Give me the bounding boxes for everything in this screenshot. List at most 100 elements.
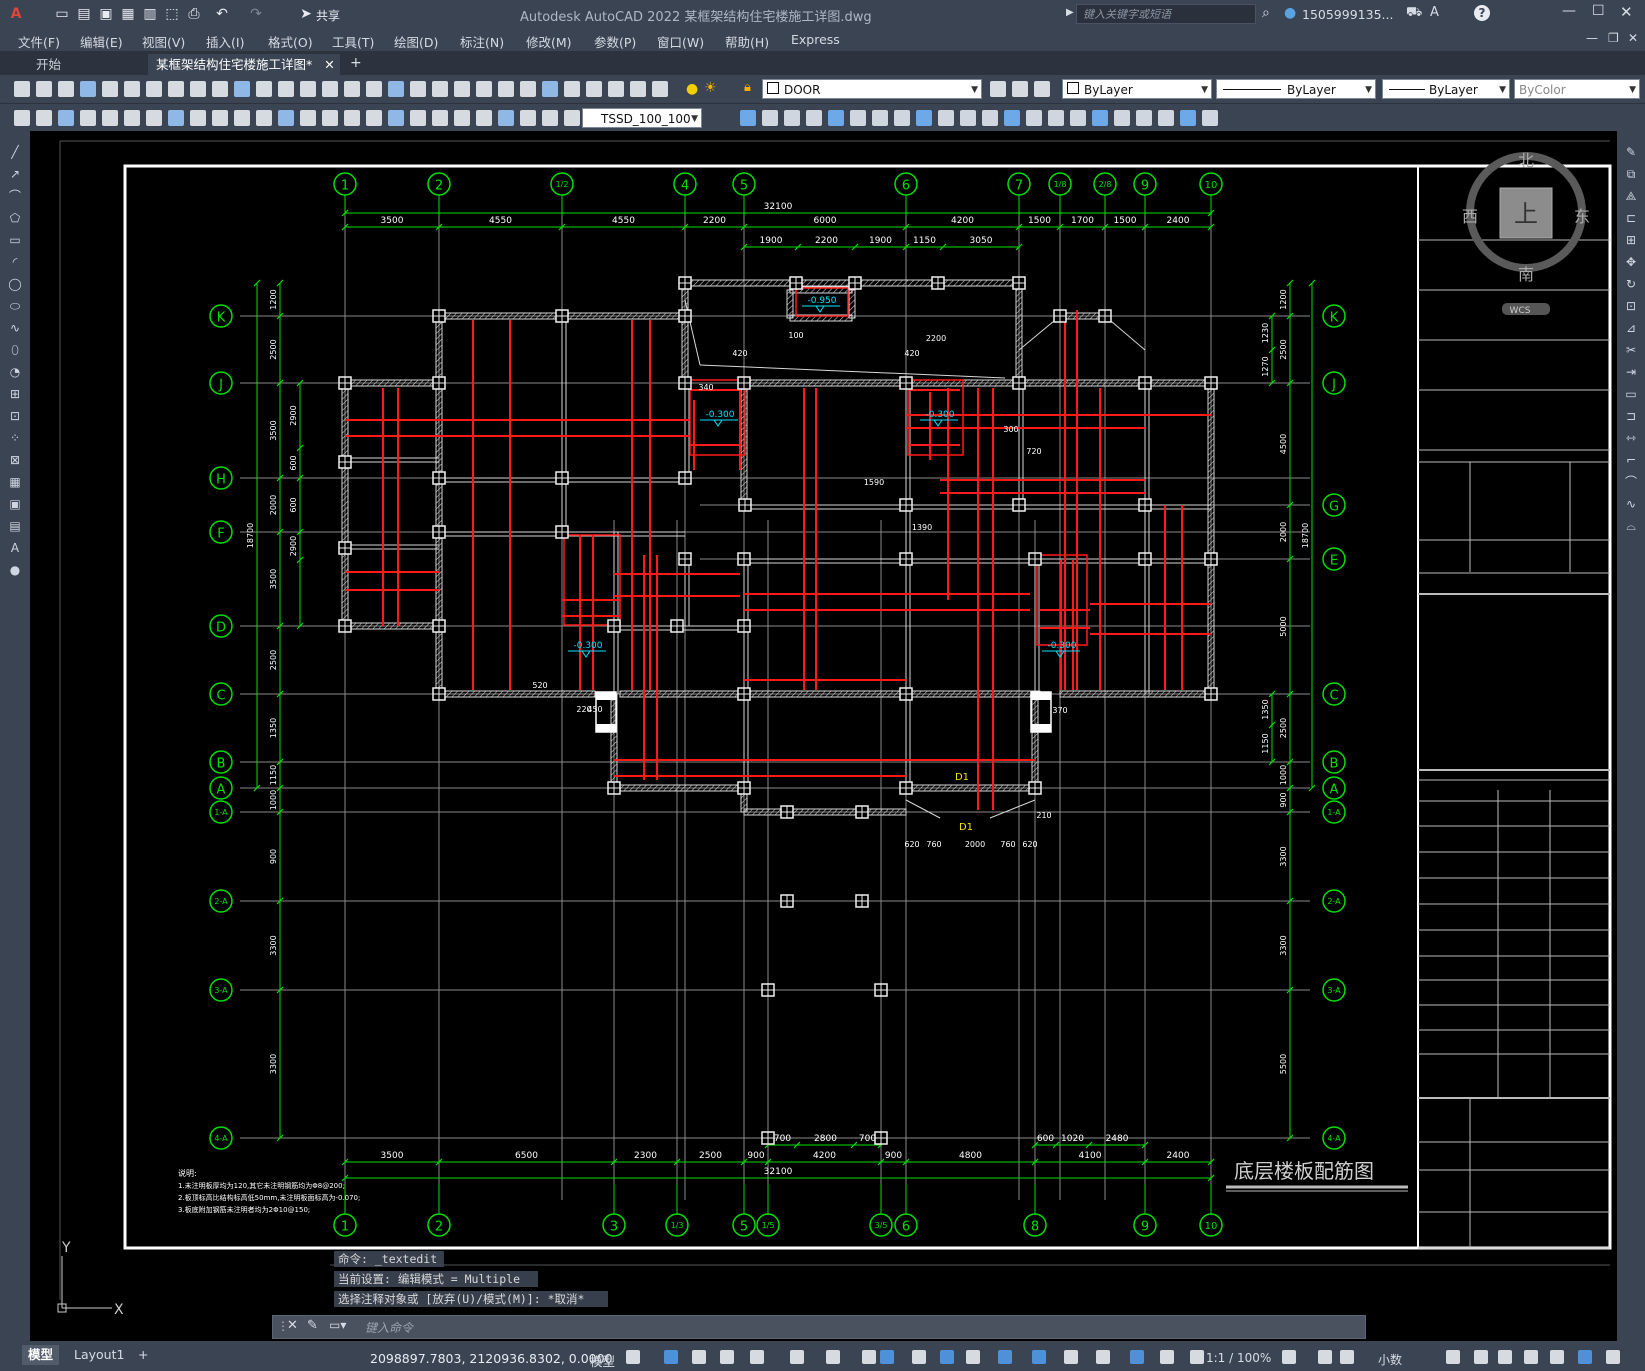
toolbar-tool-icon[interactable] — [322, 81, 338, 97]
toolbar-tool-icon[interactable] — [1034, 81, 1050, 97]
axis-bubble[interactable]: B — [1322, 750, 1346, 774]
status-toggle-icon[interactable] — [750, 1350, 764, 1364]
toolbar-tool-icon[interactable] — [894, 110, 910, 126]
axis-bubble[interactable]: 7 — [1007, 172, 1031, 196]
axis-bubble[interactable]: 9 — [1133, 1213, 1157, 1237]
draw-tool-icon[interactable]: ↗ — [8, 167, 22, 181]
toolbar-tool-icon[interactable] — [542, 81, 558, 97]
open-icon[interactable]: ▤ — [74, 4, 94, 24]
modify-tool-icon[interactable]: ⇿ — [1624, 431, 1638, 445]
toolbar-tool-icon[interactable] — [102, 110, 118, 126]
toolbar-tool-icon[interactable] — [14, 81, 30, 97]
toolbar-tool-icon[interactable] — [828, 110, 844, 126]
modify-tool-icon[interactable]: ⇥ — [1624, 365, 1638, 379]
draw-tool-icon[interactable]: ● — [8, 563, 22, 577]
toolbar-tool-icon[interactable] — [58, 110, 74, 126]
status-toggle-icon[interactable] — [826, 1350, 840, 1364]
toolbar-tool-icon[interactable] — [916, 110, 932, 126]
axis-bubble[interactable]: A — [209, 776, 233, 800]
axis-bubble[interactable]: K — [1322, 304, 1346, 328]
app-menu-button[interactable]: A — [6, 4, 26, 24]
draw-tool-icon[interactable]: ▭ — [8, 233, 22, 247]
annotation-scale[interactable]: 1:1 / 100% — [1206, 1351, 1271, 1365]
status-toggle-icon[interactable] — [1096, 1350, 1110, 1364]
status-toggle-icon[interactable] — [1318, 1350, 1332, 1364]
toolbar-tool-icon[interactable] — [410, 81, 426, 97]
toolbar-tool-icon[interactable] — [410, 110, 426, 126]
minimize-icon[interactable]: — — [1562, 3, 1576, 19]
axis-bubble[interactable]: 2 — [427, 172, 451, 196]
menu-format[interactable]: 格式(O) — [268, 32, 313, 51]
toolbar-tool-icon[interactable] — [476, 110, 492, 126]
modify-tool-icon[interactable]: ✂ — [1624, 343, 1638, 357]
menu-insert[interactable]: 插入(I) — [206, 32, 244, 51]
export-icon[interactable]: ⬚ — [162, 4, 182, 24]
menu-view[interactable]: 视图(V) — [142, 32, 185, 51]
axis-bubble[interactable]: 6 — [894, 1213, 918, 1237]
axis-bubble[interactable]: 10 — [1199, 172, 1223, 196]
model-space-toggle[interactable]: 模型 — [590, 1351, 615, 1370]
plotstyle-dropdown[interactable]: ByColor ▼ — [1514, 79, 1640, 99]
menu-edit[interactable]: 编辑(E) — [80, 32, 123, 51]
command-line[interactable]: ⋮ ✕ ✎ ▭▾ 键入命令 — [272, 1315, 1366, 1339]
saveas-icon[interactable]: ▦ — [118, 4, 138, 24]
modify-tool-icon[interactable]: ✎ — [1624, 145, 1638, 159]
toolbar-tool-icon[interactable] — [256, 110, 272, 126]
menu-parametric[interactable]: 参数(P) — [594, 32, 636, 51]
doc-restore-icon[interactable]: ❐ — [1608, 31, 1619, 45]
toolbar-tool-icon[interactable] — [520, 81, 536, 97]
toolbar-tool-icon[interactable] — [454, 110, 470, 126]
toolbar-tool-icon[interactable] — [14, 110, 30, 126]
axis-bubble[interactable]: K — [209, 304, 233, 328]
status-toggle-icon[interactable] — [1578, 1350, 1592, 1364]
axis-bubble[interactable]: 1-A — [1322, 800, 1346, 824]
toolbar-tool-icon[interactable] — [1180, 110, 1196, 126]
toolbar-tool-icon[interactable] — [58, 81, 74, 97]
axis-bubble[interactable]: C — [1322, 682, 1346, 706]
wcs-label[interactable]: WCS — [1510, 306, 1531, 316]
toolbar-tool-icon[interactable] — [1012, 81, 1028, 97]
drawing-title[interactable]: 底层楼板配筋图 — [1234, 1159, 1374, 1183]
axis-bubble[interactable]: 1 — [333, 172, 357, 196]
color-dropdown[interactable]: ByLayer ▼ — [1062, 79, 1212, 99]
toolbar-tool-icon[interactable] — [366, 81, 382, 97]
status-toggle-icon[interactable] — [1282, 1350, 1296, 1364]
viewcube-west[interactable]: 西 — [1462, 207, 1478, 226]
toolbar-tool-icon[interactable] — [146, 110, 162, 126]
status-toggle-icon[interactable] — [862, 1350, 876, 1364]
axis-bubble[interactable]: 3-A — [209, 978, 233, 1002]
axis-bubble[interactable]: G — [1322, 493, 1346, 517]
draw-tool-icon[interactable]: ▦ — [8, 475, 22, 489]
modify-tool-icon[interactable]: ⊡ — [1624, 299, 1638, 313]
menu-dimension[interactable]: 标注(N) — [460, 32, 504, 51]
draw-tool-icon[interactable]: ⊠ — [8, 453, 22, 467]
menu-tools[interactable]: 工具(T) — [332, 32, 374, 51]
toolbar-tool-icon[interactable] — [124, 110, 140, 126]
draw-tool-icon[interactable]: ◔ — [8, 365, 22, 379]
status-toggle-icon[interactable] — [1446, 1350, 1460, 1364]
modify-tool-icon[interactable]: ⧉ — [1624, 167, 1638, 181]
draw-tool-icon[interactable]: ⬭ — [8, 299, 22, 313]
axis-bubble[interactable]: 9 — [1133, 172, 1157, 196]
axis-bubble[interactable]: J — [209, 371, 233, 395]
toolbar-tool-icon[interactable] — [982, 110, 998, 126]
axis-bubble[interactable]: D — [209, 614, 233, 638]
modify-tool-icon[interactable]: ⌓ — [1624, 519, 1638, 533]
command-recent-icon[interactable]: ▭▾ — [329, 1318, 346, 1332]
toolbar-tool-icon[interactable] — [1026, 110, 1042, 126]
new-tab-button[interactable]: + — [350, 55, 362, 71]
toolbar-tool-icon[interactable] — [938, 110, 954, 126]
modify-tool-icon[interactable]: ⊿ — [1624, 321, 1638, 335]
status-toggle-icon[interactable] — [1032, 1350, 1046, 1364]
toolbar-tool-icon[interactable] — [806, 110, 822, 126]
user-name[interactable]: 1505999135... — [1302, 7, 1393, 22]
toolbar-tool-icon[interactable] — [234, 81, 250, 97]
axis-bubble[interactable]: 2-A — [1322, 889, 1346, 913]
modify-tool-icon[interactable]: ✥ — [1624, 255, 1638, 269]
drawing-svg[interactable]: 1 2 1/2 4 5 6 7 1/8 2/8 9 10 1 2 3 1/3 5 1/5 3/5 6 8 9 10 K J H F… — [30, 131, 1617, 1341]
menu-draw[interactable]: 绘图(D) — [394, 32, 438, 51]
axis-bubble[interactable]: 2 — [427, 1213, 451, 1237]
draw-tool-icon[interactable]: ⬯ — [8, 343, 22, 357]
new-icon[interactable]: ▭ — [52, 4, 72, 24]
draw-tool-icon[interactable]: ▤ — [8, 519, 22, 533]
